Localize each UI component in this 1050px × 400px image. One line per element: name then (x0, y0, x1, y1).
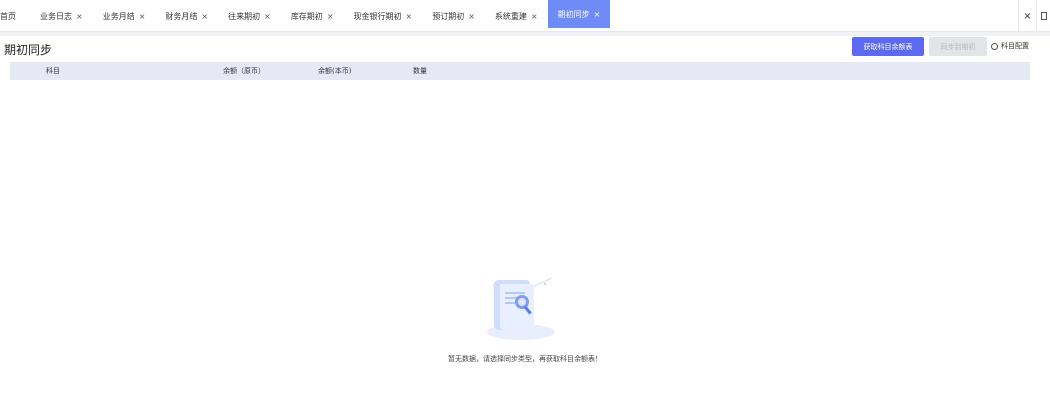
tab-label: 业务月结 (102, 11, 135, 21)
table-header: 科目 余额（原币） 余额(本币) 数量 (10, 62, 1030, 80)
tab-close-icon[interactable]: × (139, 12, 146, 21)
column-header-quantity[interactable]: 数量 (413, 62, 427, 80)
tab-1[interactable]: 首页 (0, 4, 30, 28)
tab-label: 库存期初 (290, 11, 323, 21)
tab-bar: 首页 业务日志 × 业务月结 × 财务月结 × 往来期初 × 库存期初 × 现金银行期初 × 预订期初 × 系… (0, 0, 1050, 32)
tab-close-icon[interactable]: × (201, 12, 208, 21)
empty-state-illustration (487, 277, 555, 340)
tab-2[interactable]: 业务日志 × (30, 4, 93, 28)
tab-close-icon[interactable]: × (264, 12, 271, 21)
tab-6[interactable]: 库存期初 × (281, 4, 344, 28)
close-all-tabs-button[interactable]: × (1018, 0, 1036, 32)
column-header-balance-original[interactable]: 余额（原币） (223, 62, 265, 80)
tab-close-icon[interactable]: × (531, 12, 538, 21)
tab-list: 首页 业务日志 × 业务月结 × 财务月结 × 往来期初 × 库存期初 × 现金银行期初 × 预订期初 × 系… (0, 0, 611, 28)
sync-opening-button: 同步到期初 (929, 37, 987, 56)
tab-label: 财务月结 (165, 11, 198, 21)
tab-close-icon[interactable]: × (327, 12, 334, 21)
page-title: 期初同步 (4, 43, 53, 57)
fetch-balance-button[interactable]: 获取科目余额表 (852, 37, 924, 56)
tab-label: 预订期初 (432, 11, 465, 21)
tab-label: 期初同步 (557, 9, 590, 19)
fullscreen-icon[interactable] (1036, 0, 1050, 32)
tab-label: 系统重建 (494, 11, 527, 21)
tab-4[interactable]: 财务月结 × (155, 4, 218, 28)
content-gutter (0, 32, 1050, 36)
tab-7[interactable]: 现金银行期初 × (344, 4, 423, 28)
tab-9[interactable]: 系统重建 × (485, 4, 548, 28)
select-column-header[interactable] (10, 62, 34, 80)
tab-5[interactable]: 往来期初 × (218, 4, 281, 28)
tab-bar-actions: × (1018, 0, 1050, 32)
column-header-balance-local[interactable]: 余额(本币) (318, 62, 351, 80)
column-header-subject[interactable]: 科目 (46, 62, 60, 80)
empty-state-message: 暂无数据，请选择同步类型，再获取科目余额表！ (448, 355, 602, 363)
tab-close-icon[interactable]: × (76, 12, 83, 21)
tab-label: 现金银行期初 (353, 11, 402, 21)
tab-label: 业务日志 (40, 11, 72, 21)
settings-icon (991, 42, 998, 50)
tab-label: 往来期初 (228, 11, 261, 21)
tab-10[interactable]: 期初同步 × (547, 0, 611, 28)
tab-close-icon[interactable]: × (406, 12, 413, 21)
tab-3[interactable]: 业务月结 × (93, 4, 156, 28)
tab-close-icon[interactable]: × (468, 12, 475, 21)
tab-close-icon[interactable]: × (594, 10, 601, 19)
subject-config-link[interactable]: 科目配置 (991, 39, 1029, 53)
tab-label: 首页 (0, 11, 16, 21)
subject-config-label: 科目配置 (1001, 42, 1029, 50)
tab-8[interactable]: 预订期初 × (422, 4, 485, 28)
